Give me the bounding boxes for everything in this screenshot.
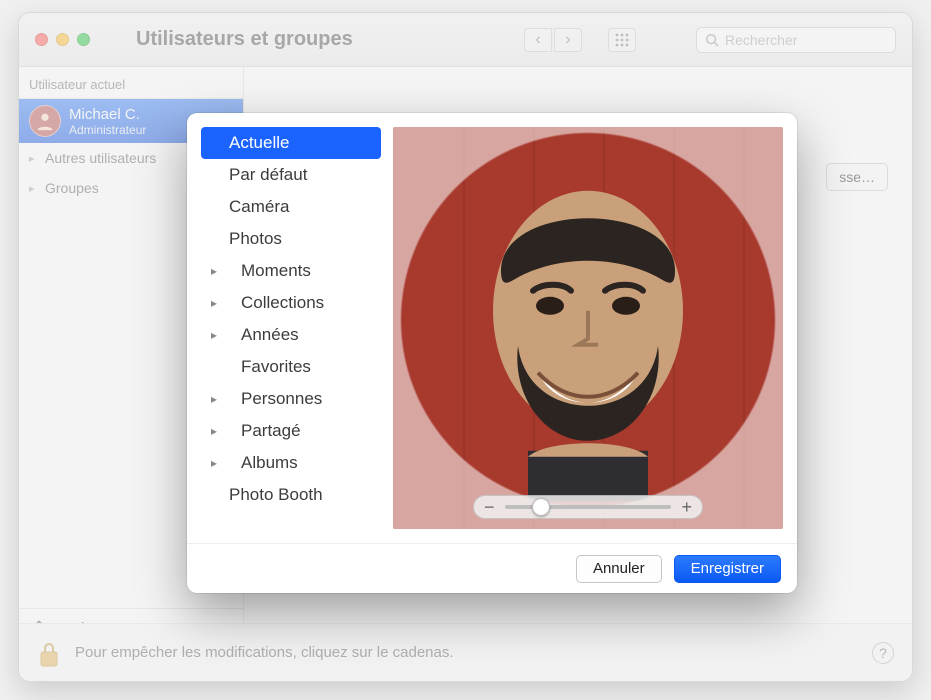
cancel-button[interactable]: Annuler bbox=[576, 555, 662, 583]
save-button[interactable]: Enregistrer bbox=[674, 555, 781, 583]
disclosure-icon: ▸ bbox=[211, 392, 217, 406]
category-label: Moments bbox=[241, 261, 311, 281]
zoom-out-icon[interactable]: − bbox=[484, 497, 495, 518]
photo-picker-sheet: Actuelle Par défaut Caméra Photos ▸ Moments ▸ C… bbox=[187, 113, 797, 593]
disclosure-icon: ▸ bbox=[211, 296, 217, 310]
category-label: Par défaut bbox=[229, 165, 307, 185]
category-label: Photos bbox=[229, 229, 282, 249]
category-item-photo-booth[interactable]: Photo Booth bbox=[201, 479, 381, 511]
disclosure-icon: ▸ bbox=[211, 328, 217, 342]
category-item-actuelle[interactable]: Actuelle bbox=[201, 127, 381, 159]
category-item-personnes[interactable]: ▸ Personnes bbox=[201, 383, 381, 415]
photo-preview[interactable]: − + bbox=[393, 127, 783, 529]
zoom-in-icon[interactable]: + bbox=[681, 497, 692, 518]
zoom-slider[interactable]: − + bbox=[473, 495, 703, 519]
category-item-par-défaut[interactable]: Par défaut bbox=[201, 159, 381, 191]
category-label: Photo Booth bbox=[229, 485, 323, 505]
category-item-partagé[interactable]: ▸ Partagé bbox=[201, 415, 381, 447]
category-item-années[interactable]: ▸ Années bbox=[201, 319, 381, 351]
category-label: Caméra bbox=[229, 197, 289, 217]
category-label: Favorites bbox=[241, 357, 311, 377]
zoom-track[interactable] bbox=[505, 505, 672, 509]
category-item-photos[interactable]: Photos bbox=[201, 223, 381, 255]
category-label: Actuelle bbox=[229, 133, 289, 153]
disclosure-icon: ▸ bbox=[211, 264, 217, 278]
category-label: Partagé bbox=[241, 421, 301, 441]
crop-mask bbox=[393, 127, 783, 529]
category-label: Personnes bbox=[241, 389, 322, 409]
disclosure-icon: ▸ bbox=[211, 456, 217, 470]
zoom-knob[interactable] bbox=[532, 498, 550, 516]
prefs-window: Utilisateurs et groupes ‹ › Rechercher U… bbox=[18, 12, 913, 682]
category-label: Collections bbox=[241, 293, 324, 313]
category-item-moments[interactable]: ▸ Moments bbox=[201, 255, 381, 287]
category-label: Albums bbox=[241, 453, 298, 473]
category-list: Actuelle Par défaut Caméra Photos ▸ Moments ▸ C… bbox=[201, 127, 381, 529]
disclosure-icon: ▸ bbox=[211, 424, 217, 438]
category-item-collections[interactable]: ▸ Collections bbox=[201, 287, 381, 319]
category-item-favorites[interactable]: Favorites bbox=[201, 351, 381, 383]
category-item-caméra[interactable]: Caméra bbox=[201, 191, 381, 223]
category-item-albums[interactable]: ▸ Albums bbox=[201, 447, 381, 479]
category-label: Années bbox=[241, 325, 299, 345]
